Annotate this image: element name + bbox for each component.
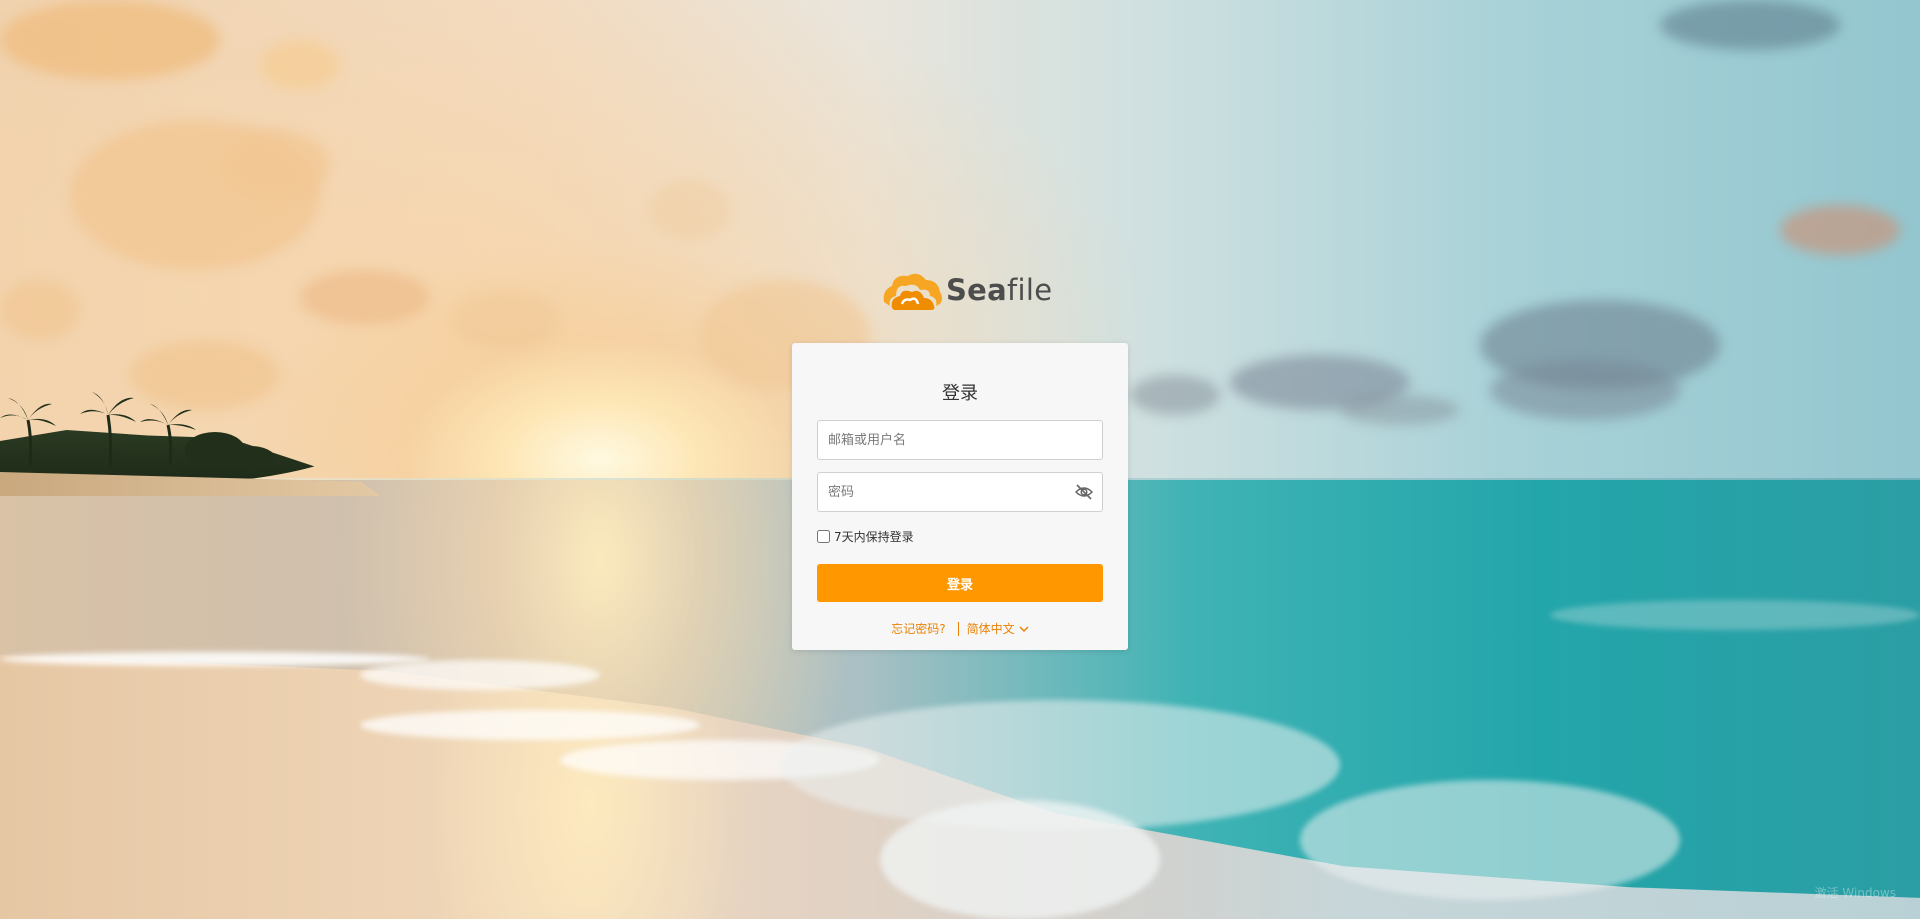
cloud bbox=[220, 130, 330, 200]
seafile-logo: Seafile bbox=[880, 268, 1052, 312]
cloud bbox=[0, 0, 220, 80]
cloud bbox=[1660, 0, 1840, 50]
wave-foam bbox=[1550, 600, 1920, 630]
seafile-wordmark: Seafile bbox=[946, 273, 1053, 307]
language-selector[interactable]: 简体中文 bbox=[967, 620, 1029, 637]
remember-me-label: 7天内保持登录 bbox=[834, 530, 914, 544]
cloud bbox=[1780, 205, 1900, 255]
link-separator bbox=[957, 621, 959, 636]
cloud bbox=[1130, 375, 1220, 415]
wave-foam bbox=[880, 800, 1160, 919]
cloud bbox=[1340, 395, 1460, 425]
cloud bbox=[0, 280, 80, 340]
wave-foam bbox=[360, 710, 700, 740]
watermark-text: 激活 Windows bbox=[1814, 886, 1896, 900]
login-panel: 登录 7天内保持登录 登录 忘记密码? 简体中文 bbox=[792, 343, 1128, 650]
forgot-password-link[interactable]: 忘记密码? bbox=[891, 620, 945, 637]
cloud bbox=[450, 290, 560, 350]
remember-me[interactable]: 7天内保持登录 bbox=[817, 528, 914, 545]
remember-me-checkbox[interactable] bbox=[817, 530, 830, 543]
eye-slash-icon[interactable] bbox=[1074, 483, 1094, 501]
cloud bbox=[650, 180, 730, 240]
login-links: 忘记密码? 简体中文 bbox=[792, 620, 1128, 637]
login-button[interactable]: 登录 bbox=[817, 564, 1103, 602]
login-title: 登录 bbox=[942, 383, 978, 404]
cloud bbox=[1490, 360, 1680, 420]
password-input[interactable] bbox=[817, 472, 1103, 512]
wave-foam bbox=[360, 660, 600, 690]
chevron-down-icon bbox=[1019, 625, 1029, 632]
cloud bbox=[260, 40, 340, 90]
palm-trees bbox=[0, 392, 275, 470]
username-input[interactable] bbox=[817, 420, 1103, 460]
language-label: 简体中文 bbox=[966, 622, 1015, 636]
cloud bbox=[300, 270, 430, 325]
wave-foam bbox=[1300, 780, 1680, 900]
wave-foam bbox=[0, 652, 430, 666]
seafile-logo-icon bbox=[880, 268, 944, 312]
